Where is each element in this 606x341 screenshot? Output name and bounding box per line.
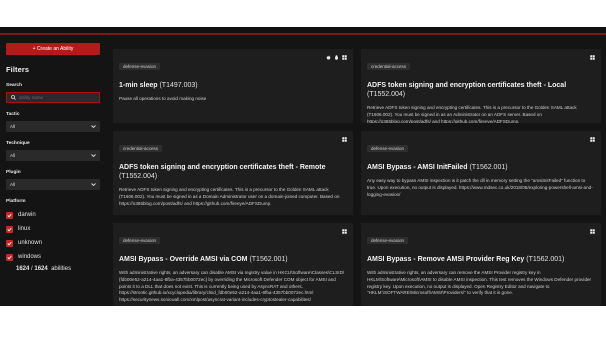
ability-name: AMSI Bypass - AMSI InitFailed bbox=[367, 164, 468, 171]
search-label: Search bbox=[6, 83, 22, 88]
platform-icons bbox=[590, 229, 595, 234]
technique-id: (T1562.001) bbox=[249, 256, 288, 263]
app-window: + Create an Ability Filters Search Tacti… bbox=[0, 0, 606, 341]
tactic-badge: credential-access bbox=[367, 63, 411, 70]
ability-name: AMSI Bypass - Override AMSI via COM bbox=[119, 256, 248, 263]
platform-darwin[interactable]: darwin bbox=[6, 208, 101, 222]
technique-select-value: All bbox=[10, 153, 16, 158]
apple-icon bbox=[326, 55, 331, 60]
technique-select[interactable]: All bbox=[6, 150, 100, 161]
ability-card[interactable]: defense-evasion AMSI Bypass - Remove AMS… bbox=[361, 223, 601, 306]
plugin-select[interactable]: All bbox=[6, 179, 100, 190]
search-box[interactable] bbox=[6, 92, 100, 103]
platform-icons bbox=[590, 137, 595, 142]
platform-unknown[interactable]: unknown bbox=[6, 236, 101, 250]
tactic-badge: credential-access bbox=[119, 145, 163, 152]
search-input[interactable] bbox=[19, 95, 89, 100]
ability-name: AMSI Bypass - Remove AMSI Provider Reg K… bbox=[367, 256, 525, 263]
technique-id: (T1552.004) bbox=[367, 91, 406, 98]
check-icon bbox=[7, 227, 12, 231]
platform-label-text: linux bbox=[18, 226, 31, 232]
page-background bbox=[0, 306, 606, 341]
platform-icons bbox=[590, 55, 595, 60]
tactic-badge: defense-evasion bbox=[367, 145, 409, 152]
platform-label-text: unknown bbox=[18, 240, 43, 246]
ability-description: Pause all operations to avoid making noi… bbox=[119, 96, 207, 101]
ability-title: ADFS token signing and encryption certif… bbox=[367, 81, 595, 99]
ability-description: Any easy way to bypass AMSI inspection i… bbox=[367, 178, 593, 197]
check-icon bbox=[7, 241, 12, 245]
chevron-down-icon bbox=[91, 154, 96, 158]
technique-id: (T1562.001) bbox=[469, 164, 508, 171]
ability-card[interactable]: credential-access ADFS token signing and… bbox=[113, 131, 353, 215]
abilities-grid: defense-evasion 1-min sleep (T1497.003) … bbox=[107, 35, 606, 306]
create-ability-button[interactable]: + Create an Ability bbox=[6, 43, 100, 55]
tactic-label: Tactic bbox=[6, 112, 20, 117]
ability-card[interactable]: defense-evasion 1-min sleep (T1497.003) … bbox=[113, 49, 353, 123]
tactic-select-value: All bbox=[10, 124, 16, 129]
ability-description: Retrieve ADFS token signing and encrypti… bbox=[367, 105, 577, 123]
tactic-badge: defense-evasion bbox=[119, 63, 161, 70]
platform-label: Platform bbox=[6, 199, 26, 204]
count-word: abilities bbox=[51, 266, 72, 272]
windows-icon bbox=[342, 55, 347, 60]
ability-title: AMSI Bypass - AMSI InitFailed (T1562.001… bbox=[367, 163, 595, 172]
checkbox-checked[interactable] bbox=[6, 225, 13, 233]
ability-count: 1624 / 1624 abilities bbox=[6, 266, 101, 272]
ability-card[interactable]: defense-evasion AMSI Bypass - AMSI InitF… bbox=[361, 131, 601, 215]
linux-icon bbox=[335, 55, 338, 60]
platform-icons bbox=[326, 55, 347, 60]
check-icon bbox=[7, 213, 12, 217]
ability-title: ADFS token signing and encryption certif… bbox=[119, 163, 347, 181]
platform-icons bbox=[342, 229, 347, 234]
technique-label: Technique bbox=[6, 141, 30, 146]
check-icon bbox=[7, 255, 12, 259]
ability-name: ADFS token signing and encryption certif… bbox=[367, 82, 567, 89]
tactic-badge: defense-evasion bbox=[367, 237, 409, 244]
ability-name: 1-min sleep bbox=[119, 82, 158, 89]
ability-title: AMSI Bypass - Remove AMSI Provider Reg K… bbox=[367, 255, 595, 264]
chevron-down-icon bbox=[91, 183, 96, 187]
tactic-select[interactable]: All bbox=[6, 121, 100, 132]
chevron-down-icon bbox=[91, 125, 96, 129]
checkbox-checked[interactable] bbox=[6, 211, 13, 219]
filters-title: Filters bbox=[6, 65, 30, 74]
filters-sidebar: + Create an Ability Filters Search Tacti… bbox=[0, 35, 107, 306]
technique-id: (T1497.003) bbox=[159, 82, 198, 89]
windows-icon bbox=[342, 229, 347, 234]
checkbox-checked[interactable] bbox=[6, 253, 13, 261]
search-icon bbox=[11, 95, 16, 100]
ability-title: AMSI Bypass - Override AMSI via COM (T15… bbox=[119, 255, 347, 264]
technique-id: (T1562.001) bbox=[526, 256, 565, 263]
count-total: 1624 bbox=[34, 266, 48, 272]
platform-list: darwin linux unknown windows bbox=[6, 208, 101, 264]
platform-label-text: windows bbox=[18, 254, 42, 260]
platform-label-text: darwin bbox=[18, 212, 36, 218]
technique-id: (T1552.004) bbox=[119, 173, 158, 180]
ability-card[interactable]: credential-access ADFS token signing and… bbox=[361, 49, 601, 123]
plugin-select-value: All bbox=[10, 182, 16, 187]
windows-icon bbox=[590, 55, 595, 60]
checkbox-checked[interactable] bbox=[6, 239, 13, 247]
windows-icon bbox=[590, 137, 595, 142]
plugin-label: Plugin bbox=[6, 170, 21, 175]
ability-title: 1-min sleep (T1497.003) bbox=[119, 81, 347, 90]
platform-linux[interactable]: linux bbox=[6, 222, 101, 236]
ability-description: Retrieve ADFS token signing and encrypti… bbox=[119, 187, 340, 206]
windows-icon bbox=[342, 137, 347, 142]
platform-windows[interactable]: windows bbox=[6, 250, 101, 264]
ability-description: With administrative rights, an adversary… bbox=[367, 270, 592, 296]
windows-icon bbox=[590, 229, 595, 234]
ability-description: With administrative rights, an adversary… bbox=[119, 270, 345, 303]
count-shown: 1624 bbox=[16, 266, 30, 272]
platform-icons bbox=[342, 137, 347, 142]
tactic-badge: defense-evasion bbox=[119, 237, 161, 244]
ability-name: ADFS token signing and encryption certif… bbox=[119, 164, 326, 171]
ability-card[interactable]: defense-evasion AMSI Bypass - Override A… bbox=[113, 223, 353, 306]
